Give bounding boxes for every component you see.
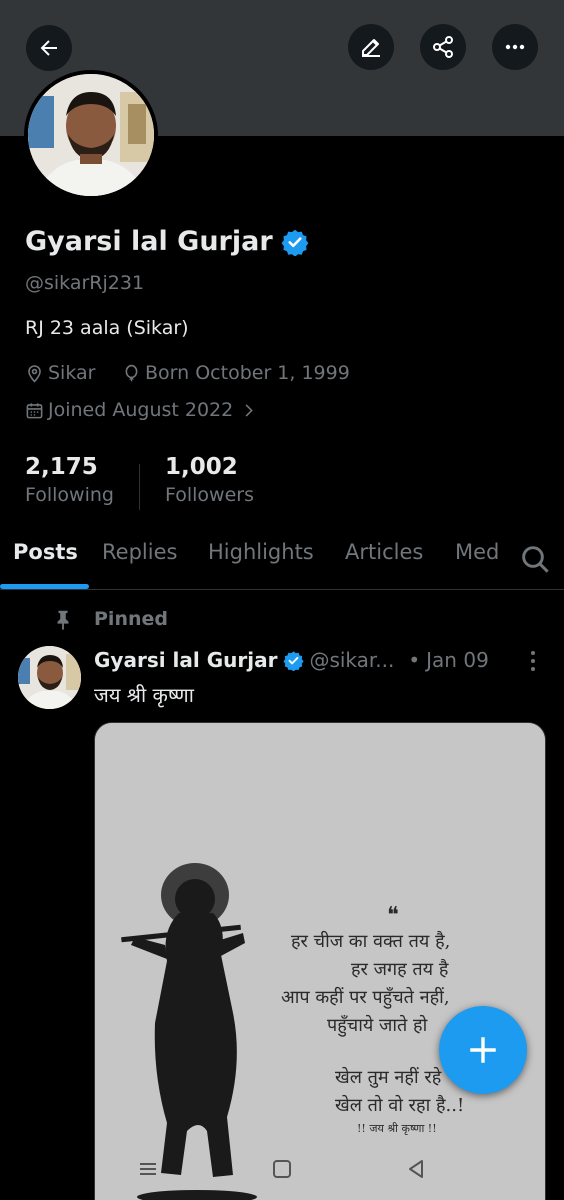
post-author-avatar[interactable] bbox=[18, 646, 81, 709]
tab-articles[interactable]: Articles bbox=[345, 540, 423, 564]
more-options-button[interactable] bbox=[492, 24, 538, 70]
post-avatar-photo bbox=[18, 646, 81, 709]
share-icon bbox=[433, 36, 453, 58]
tab-posts[interactable]: Posts bbox=[13, 540, 78, 564]
post-image[interactable]: ❝ हर चीज का वक्त तय है, हर जगह तय है आप … bbox=[94, 722, 546, 1200]
compose-post-button[interactable] bbox=[439, 1006, 527, 1094]
active-tab-indicator bbox=[0, 584, 89, 589]
post-more-icon[interactable] bbox=[524, 650, 542, 672]
followers-count: 1,002 bbox=[165, 454, 238, 480]
profile-handle: @sikarRj231 bbox=[25, 272, 145, 294]
search-button[interactable] bbox=[506, 530, 564, 588]
plus-icon bbox=[470, 1037, 496, 1063]
followers-label: Followers bbox=[165, 484, 254, 506]
followers-stat[interactable]: 1,002 Followers bbox=[165, 454, 254, 506]
post-author-name[interactable]: Gyarsi lal Gurjar bbox=[94, 648, 277, 672]
share-button[interactable] bbox=[420, 24, 466, 70]
quote-line-2: हर जगह तय है bbox=[351, 959, 449, 980]
quote-line-6: खेल तो वो रहा है..! bbox=[335, 1095, 465, 1116]
quote-mark: ❝ bbox=[387, 903, 399, 928]
quote-line-1: हर चीज का वक्त तय है, bbox=[291, 931, 451, 952]
post-text: जय श्री कृष्णा bbox=[94, 683, 194, 707]
pencil-icon bbox=[362, 39, 380, 57]
recents-icon[interactable] bbox=[133, 1154, 163, 1184]
verified-badge-icon[interactable] bbox=[281, 228, 309, 256]
location-pin-icon bbox=[28, 364, 41, 383]
tab-highlights[interactable]: Highlights bbox=[208, 540, 314, 564]
calendar-icon bbox=[26, 402, 43, 418]
search-icon bbox=[522, 546, 549, 573]
home-icon[interactable] bbox=[267, 1154, 297, 1184]
verified-badge-icon bbox=[283, 650, 304, 671]
back-button[interactable] bbox=[26, 25, 72, 71]
chevron-right-icon bbox=[245, 403, 254, 417]
profile-joined[interactable]: Joined August 2022 bbox=[25, 399, 262, 421]
arrow-left-icon bbox=[40, 40, 57, 56]
profile-birthday: Born October 1, 1999 bbox=[122, 362, 350, 384]
avatar-photo bbox=[28, 74, 154, 196]
stats-divider bbox=[139, 464, 140, 510]
profile-bio: RJ 23 aala (Sikar) bbox=[25, 317, 189, 339]
following-label: Following bbox=[25, 484, 114, 506]
profile-avatar[interactable] bbox=[24, 70, 158, 200]
profile-name-row: Gyarsi lal Gurjar bbox=[25, 226, 309, 257]
back-nav-icon[interactable] bbox=[401, 1154, 431, 1184]
following-stat[interactable]: 2,175 Following bbox=[25, 454, 114, 506]
profile-location: Sikar bbox=[25, 362, 95, 384]
post-separator: • bbox=[408, 648, 421, 672]
more-horizontal-icon bbox=[505, 44, 525, 50]
krishna-silhouette bbox=[95, 723, 545, 1200]
profile-tabs: Posts Replies Highlights Articles Med bbox=[0, 530, 564, 590]
balloon-icon bbox=[125, 364, 138, 381]
pinned-indicator: Pinned bbox=[52, 608, 168, 630]
quote-line-3: आप कहीं पर पहुँचते नहीं, bbox=[281, 987, 450, 1008]
quote-footer: !! जय श्री कृष्णा !! bbox=[357, 1122, 437, 1135]
location-text: Sikar bbox=[48, 362, 96, 384]
following-count: 2,175 bbox=[25, 454, 98, 480]
post-header: Gyarsi lal Gurjar @sikar... • Jan 09 bbox=[94, 648, 489, 672]
post-date[interactable]: Jan 09 bbox=[426, 648, 489, 672]
profile-name: Gyarsi lal Gurjar bbox=[25, 226, 273, 257]
quote-line-5: खेल तुम नहीं रहे bbox=[335, 1067, 442, 1088]
post-author-handle[interactable]: @sikar... bbox=[309, 648, 394, 672]
pin-icon bbox=[57, 610, 69, 630]
joined-text: Joined August 2022 bbox=[48, 399, 234, 421]
quote-line-4: पहुँचाये जाते हो bbox=[327, 1015, 428, 1036]
system-nav-bar bbox=[0, 1140, 564, 1200]
tab-replies[interactable]: Replies bbox=[102, 540, 177, 564]
pinned-label: Pinned bbox=[94, 608, 168, 630]
edit-button[interactable] bbox=[348, 24, 394, 70]
tab-media[interactable]: Med bbox=[455, 540, 499, 564]
birthday-text: Born October 1, 1999 bbox=[145, 362, 350, 384]
